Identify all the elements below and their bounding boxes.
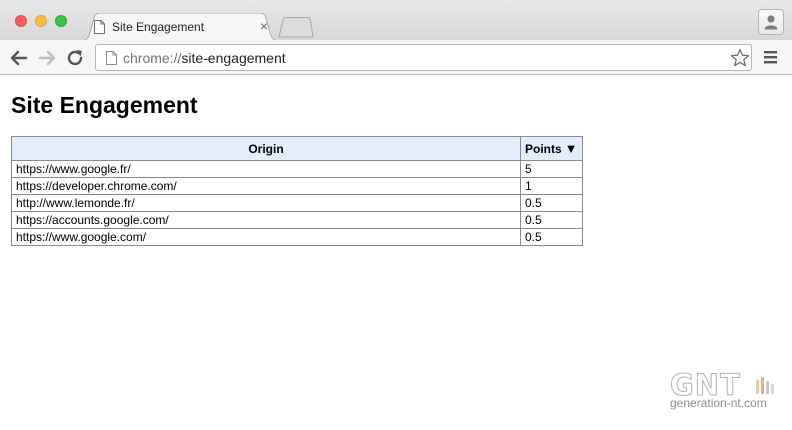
- points-cell: 0.5: [520, 194, 583, 212]
- origin-column-header[interactable]: Origin: [11, 136, 521, 161]
- points-cell: 1: [520, 177, 583, 195]
- table-row: https://developer.chrome.com/ 1: [11, 177, 583, 195]
- close-window-button[interactable]: [15, 15, 27, 27]
- origin-cell: https://www.google.fr/: [11, 160, 521, 178]
- back-arrow-icon[interactable]: [8, 47, 30, 69]
- address-bar[interactable]: chrome://site-engagement: [95, 44, 752, 71]
- table-row: https://www.google.fr/ 5: [11, 160, 583, 178]
- tab-strip: Site Engagement ×: [0, 0, 792, 41]
- origin-cell: https://www.google.com/: [11, 228, 521, 246]
- page-icon: [106, 51, 117, 65]
- sort-descending-icon: ▼: [564, 141, 578, 156]
- star-icon[interactable]: [730, 48, 750, 68]
- points-cell: 5: [520, 160, 583, 178]
- tab-site-engagement[interactable]: Site Engagement ×: [80, 13, 280, 41]
- origin-cell: https://accounts.google.com/: [11, 211, 521, 229]
- points-header-label: Points: [525, 142, 562, 156]
- watermark: GNT generation-nt.com: [668, 368, 778, 412]
- table-row: https://accounts.google.com/ 0.5: [11, 211, 583, 229]
- profile-button[interactable]: [758, 9, 784, 35]
- maximize-window-button[interactable]: [55, 15, 67, 27]
- table-row: http://www.lemonde.fr/ 0.5: [11, 194, 583, 212]
- table-header-row: Origin Points ▼: [11, 136, 583, 161]
- points-column-header[interactable]: Points ▼: [520, 136, 583, 161]
- page-title: Site Engagement: [11, 92, 198, 118]
- reload-icon[interactable]: [64, 47, 86, 69]
- points-cell: 0.5: [520, 211, 583, 229]
- url-scheme: chrome://: [123, 50, 182, 66]
- page-icon: [94, 20, 105, 34]
- watermark-domain: generation-nt.com: [670, 396, 767, 410]
- engagement-table: Origin Points ▼ https://www.google.fr/ 5 …: [11, 136, 583, 246]
- profile-icon: [764, 15, 778, 30]
- origin-header-label: Origin: [248, 141, 284, 156]
- url-path: site-engagement: [181, 50, 286, 66]
- tab-title: Site Engagement: [112, 20, 205, 34]
- signal-bars-icon: [756, 377, 774, 394]
- menu-icon[interactable]: [762, 49, 780, 65]
- close-tab-icon[interactable]: ×: [257, 18, 271, 34]
- table-row: https://www.google.com/ 0.5: [11, 228, 583, 246]
- page-content: Site Engagement Origin Points ▼ https://w…: [0, 76, 792, 430]
- url-text[interactable]: chrome://site-engagement: [123, 50, 286, 66]
- origin-cell: https://developer.chrome.com/: [11, 177, 521, 195]
- points-cell: 0.5: [520, 228, 583, 246]
- toolbar: chrome://site-engagement: [0, 40, 792, 75]
- origin-cell: http://www.lemonde.fr/: [11, 194, 521, 212]
- minimize-window-button[interactable]: [35, 15, 47, 27]
- forward-arrow-icon[interactable]: [36, 47, 58, 69]
- new-tab-button[interactable]: [278, 17, 314, 38]
